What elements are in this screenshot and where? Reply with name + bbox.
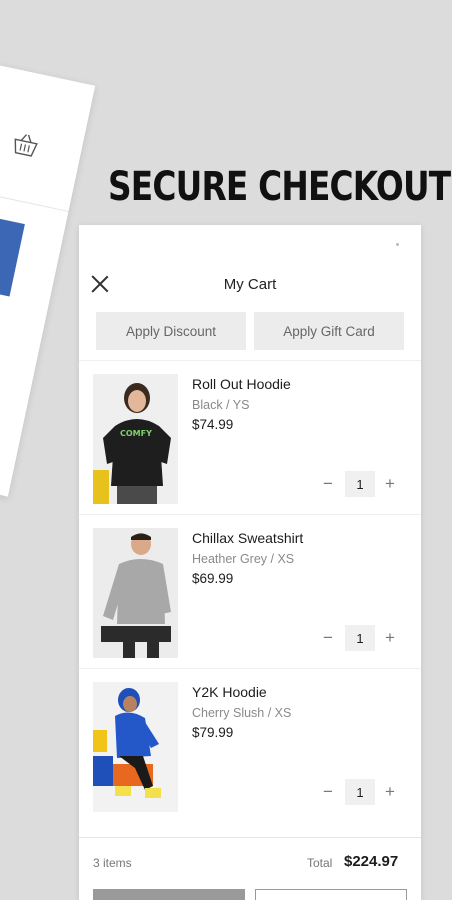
item-name[interactable]: Chillax Sweatshirt [192, 530, 303, 546]
quantity-value[interactable]: 1 [345, 625, 375, 651]
decrease-quantity-button[interactable]: − [319, 782, 337, 802]
items-count: 3 items [93, 856, 132, 870]
product-thumbnail [0, 207, 25, 297]
item-price: $69.99 [192, 571, 234, 586]
apply-discount-button[interactable]: Apply Discount [96, 312, 246, 350]
quantity-value[interactable]: 1 [345, 779, 375, 805]
status-dot [396, 243, 399, 246]
item-variant: Heather Grey / XS [192, 552, 295, 566]
continue-shopping-button[interactable] [255, 889, 407, 900]
item-variant: Black / YS [192, 398, 250, 412]
cart-item: COMFY Roll Out Hoodie Black / YS $74.99 … [79, 360, 421, 514]
cart-summary: 3 items Total $224.97 [79, 837, 421, 887]
apply-gift-card-button[interactable]: Apply Gift Card [254, 312, 404, 350]
cart-item: Y2K Hoodie Cherry Slush / XS $79.99 − 1 … [79, 668, 421, 822]
decrease-quantity-button[interactable]: − [319, 628, 337, 648]
cart-header: My Cart [79, 269, 421, 299]
cart-item: Chillax Sweatshirt Heather Grey / XS $69… [79, 514, 421, 668]
item-name[interactable]: Roll Out Hoodie [192, 376, 291, 392]
sweatshirt-product-image[interactable] [93, 528, 178, 658]
checkout-button[interactable] [93, 889, 245, 900]
item-price: $74.99 [192, 417, 234, 432]
increase-quantity-button[interactable]: + [381, 474, 399, 494]
total-value: $224.97 [344, 853, 399, 870]
promo-headline: SECURE CHECKOUT [108, 164, 451, 210]
increase-quantity-button[interactable]: + [381, 628, 399, 648]
cart-title: My Cart [223, 276, 277, 293]
promo-buttons: Apply Discount Apply Gift Card [96, 312, 404, 350]
item-name[interactable]: Y2K Hoodie [192, 684, 267, 700]
item-variant: Cherry Slush / XS [192, 706, 292, 720]
cart-items-list: COMFY Roll Out Hoodie Black / YS $74.99 … [79, 360, 421, 822]
basket-icon [14, 134, 38, 157]
cart-panel: My Cart Apply Discount Apply Gift Card C… [79, 225, 421, 900]
quantity-stepper: − 1 + [319, 779, 399, 805]
decrease-quantity-button[interactable]: − [319, 474, 337, 494]
increase-quantity-button[interactable]: + [381, 782, 399, 802]
quantity-value[interactable]: 1 [345, 471, 375, 497]
hoodie-product-image[interactable] [93, 682, 178, 812]
svg-text:COMFY: COMFY [120, 429, 152, 438]
item-price: $79.99 [192, 725, 234, 740]
hoodie-product-image[interactable]: COMFY [93, 374, 178, 504]
divider [0, 165, 69, 212]
quantity-stepper: − 1 + [319, 625, 399, 651]
total-label: Total [307, 856, 333, 870]
quantity-stepper: − 1 + [319, 471, 399, 497]
